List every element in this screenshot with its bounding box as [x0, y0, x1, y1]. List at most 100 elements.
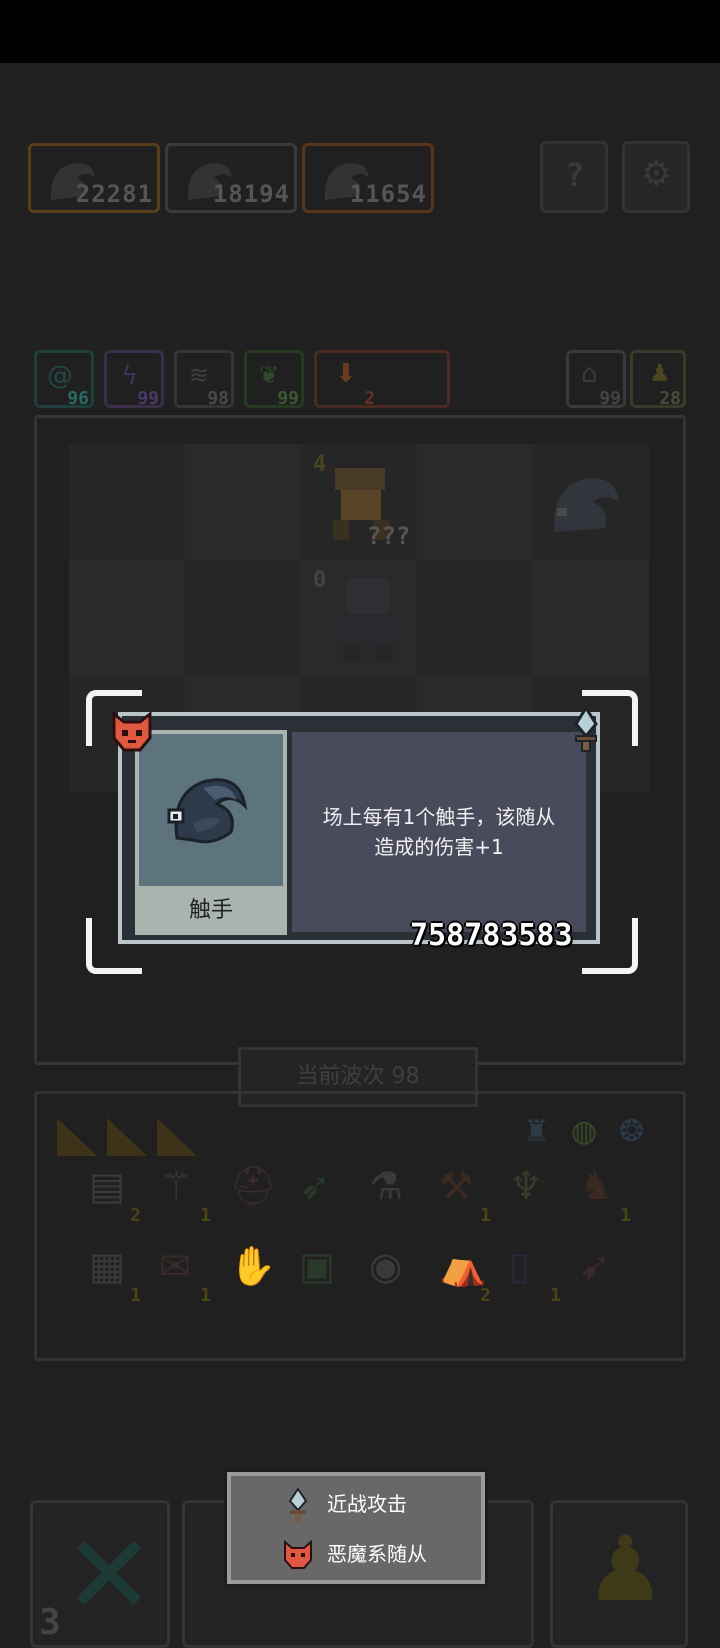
pawn-icon: ♟ — [649, 359, 671, 387]
portrait-frame — [139, 734, 283, 886]
gear-icon: ⚙ — [641, 154, 672, 194]
potion-icon: ⚗ — [369, 1164, 404, 1208]
hero-slot-1[interactable]: 22281 — [28, 143, 160, 213]
board-cell[interactable] — [185, 560, 301, 676]
resource-slot[interactable]: ❦ 99 — [244, 350, 304, 409]
pawn-icon: ♟ — [585, 1517, 666, 1622]
board-cell[interactable] — [533, 560, 649, 676]
gem-icon[interactable]: ❂ — [619, 1114, 644, 1149]
board-cell[interactable] — [185, 444, 301, 560]
settings-button[interactable]: ⚙ — [622, 141, 690, 213]
item-slot[interactable]: ♞ 1 — [567, 1158, 633, 1226]
scroll-icon: ▤ — [89, 1164, 125, 1208]
item-count: 1 — [200, 1205, 211, 1226]
item-slot[interactable]: ✉ 1 — [147, 1238, 213, 1306]
item-slot[interactable]: ▣ — [287, 1238, 353, 1304]
status-bar — [0, 0, 720, 63]
hero-slot-2[interactable]: 18194 — [165, 143, 297, 213]
resource-value: 2 — [364, 388, 375, 409]
glove-icon: ✋ — [229, 1244, 277, 1288]
legend-label-melee: 近战攻击 — [327, 1492, 407, 1516]
demon-mask-icon — [284, 1540, 312, 1569]
demon-mask-icon — [112, 710, 152, 752]
item-count: 2 — [480, 1285, 491, 1306]
spiral-icon: @ — [47, 361, 73, 391]
hero-count: 11654 — [349, 180, 427, 208]
resource-value: 98 — [207, 388, 229, 409]
close-icon: ✕ — [63, 1511, 156, 1639]
item-slot[interactable]: ✋ — [217, 1238, 283, 1304]
board-cell[interactable] — [417, 444, 533, 560]
item-slot[interactable]: ▦ 1 — [77, 1238, 143, 1306]
arrow-down-icon: ⬇ — [335, 359, 357, 389]
legend-tooltip: 近战攻击 恶魔系随从 — [227, 1472, 485, 1584]
wind-icon: ≋ — [189, 361, 210, 389]
hero-count: 22281 — [75, 180, 153, 208]
resource-slot[interactable]: ≋ 98 — [174, 350, 234, 409]
dragon-icon: ♞ — [579, 1164, 614, 1208]
counter-label: 3 — [39, 1602, 61, 1643]
item-slot[interactable]: ⛺ 2 — [427, 1238, 493, 1306]
item-slot[interactable]: ◉ — [357, 1238, 423, 1304]
resource-slot[interactable]: ⬇ 2 — [314, 350, 450, 409]
hero-slot-3[interactable]: 11654 — [302, 143, 434, 213]
dark-knight-unit-icon[interactable] — [323, 568, 413, 668]
resource-value: 28 — [659, 388, 681, 409]
resource-slot[interactable]: ϟ 99 — [104, 350, 164, 409]
cancel-button[interactable]: ✕ 3 — [30, 1500, 170, 1648]
item-slot[interactable]: ⚗ — [357, 1158, 423, 1224]
unit-portrait: 触手 — [135, 730, 287, 935]
item-slot[interactable]: ➶ — [287, 1158, 353, 1224]
item-count: 2 — [130, 1205, 141, 1226]
helmet-icon: ⛑ — [229, 1164, 278, 1208]
orb-icon: ◉ — [369, 1244, 403, 1288]
tentacle-unit-icon[interactable] — [543, 462, 639, 552]
wand-icon: ⚚ — [159, 1164, 194, 1208]
card-tabs[interactable] — [55, 1114, 205, 1158]
board-cell[interactable] — [417, 560, 533, 676]
board-cell[interactable] — [69, 560, 185, 676]
inventory-panel: ♜ ◍ ❂ ▤ 2 ⚚ 1 ⛑ ➶ ⚗ ⚒ 1 ♆ ♞ 1 ▦ 1 ✉ 1 ✋ ▣ ◉ ⛺ 2… — [34, 1091, 686, 1361]
resource-slot[interactable]: ♟ 28 — [630, 350, 686, 409]
question-icon: ? — [565, 156, 585, 194]
tentacle-icon — [167, 778, 248, 844]
chest-icon: ▣ — [299, 1244, 335, 1288]
item-slot[interactable]: ➹ — [567, 1238, 633, 1304]
axe-icon: ⚒ — [439, 1164, 474, 1208]
help-button[interactable]: ? — [540, 141, 608, 213]
unit-description: 场上每有1个触手，该随从造成的伤害+1 — [322, 805, 556, 859]
item-count: 1 — [620, 1205, 631, 1226]
resource-value: 99 — [277, 388, 299, 409]
item-count: 1 — [200, 1285, 211, 1306]
ring-icon[interactable]: ◍ — [571, 1114, 597, 1149]
item-slot[interactable]: ♆ — [497, 1158, 563, 1224]
item-slot[interactable]: ▯ 1 — [497, 1238, 563, 1306]
resource-value: 96 — [67, 388, 89, 409]
dagger-icon — [288, 1488, 308, 1522]
item-count: 1 — [130, 1285, 141, 1306]
hero-count: 18194 — [212, 180, 290, 208]
item-slot[interactable]: ⛑ — [217, 1158, 283, 1224]
unit-hp-label: ??? — [367, 522, 411, 550]
damage-value: 758783583 — [410, 918, 573, 953]
recruit-button[interactable]: ♟ — [550, 1500, 688, 1648]
trident-icon: ♆ — [509, 1164, 544, 1208]
item-slot[interactable]: ⚚ 1 — [147, 1158, 213, 1226]
resource-slot[interactable]: @ 96 — [34, 350, 94, 409]
leaf-icon: ❦ — [259, 361, 280, 389]
item-count: 1 — [480, 1205, 491, 1226]
item-slot[interactable]: ▤ 2 — [77, 1158, 143, 1226]
resource-value: 99 — [137, 388, 159, 409]
item-slot[interactable]: ⚒ 1 — [427, 1158, 493, 1226]
armor-icon[interactable]: ♜ — [523, 1114, 550, 1149]
wave-label: 当前波次 98 — [296, 1064, 420, 1089]
resource-slot[interactable]: ⌂ 99 — [566, 350, 626, 409]
legend-label-demon: 恶魔系随从 — [327, 1542, 427, 1566]
board-cell[interactable] — [69, 444, 185, 560]
dagger-icon — [574, 706, 598, 752]
envelope-icon: ✉ — [159, 1244, 191, 1288]
resource-value: 99 — [599, 388, 621, 409]
lightning-icon: ϟ — [121, 361, 139, 391]
item-count: 1 — [550, 1285, 561, 1306]
tent-icon: ⛺ — [439, 1244, 487, 1288]
